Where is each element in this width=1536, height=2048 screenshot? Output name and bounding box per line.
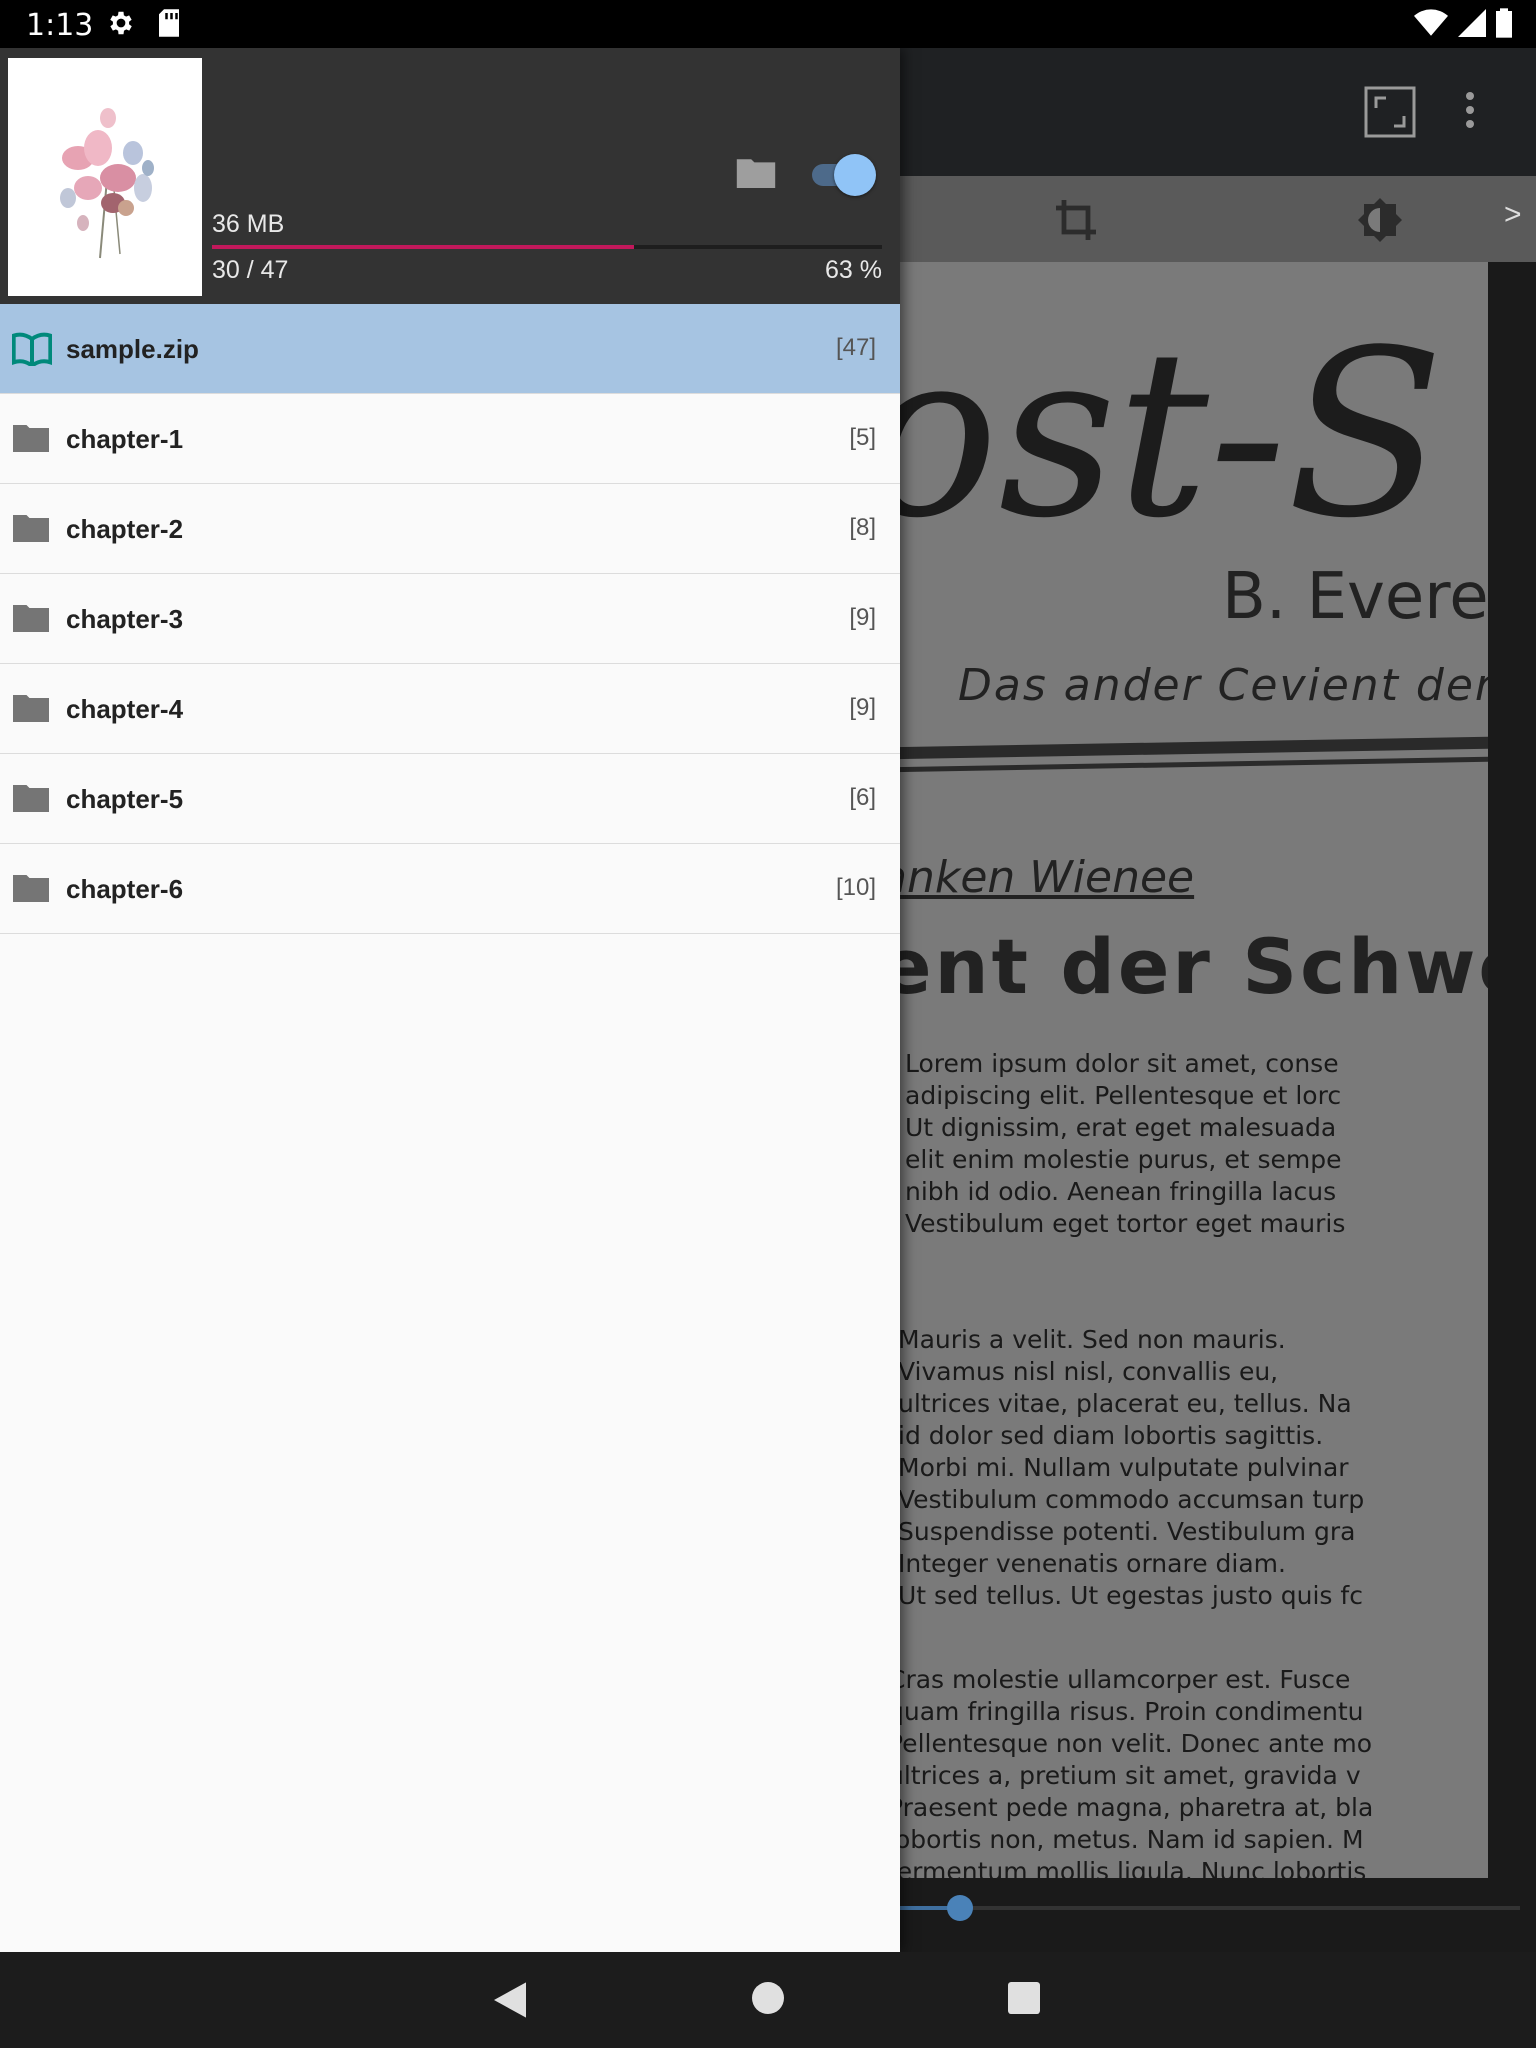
wifi-icon [1414, 8, 1448, 43]
list-item-name: chapter-5 [66, 784, 184, 814]
recents-icon[interactable] [1008, 1982, 1040, 2019]
list-item-name: chapter-6 [66, 874, 184, 904]
reading-progress-bar [212, 245, 882, 249]
list-item-name: chapter-1 [66, 424, 184, 454]
list-item-count: [8] [849, 514, 876, 541]
battery-icon [1496, 8, 1512, 43]
drawer-header: 36 MB 30 / 47 63 % [0, 48, 900, 304]
fullscreen-icon[interactable] [1364, 86, 1416, 143]
chapter-list: sample.zip [47] chapter-1 [5] chapter-2 … [0, 304, 900, 934]
next-page-button[interactable]: > [1504, 198, 1522, 232]
list-item-chapter-4[interactable]: chapter-4 [9] [0, 664, 900, 754]
folder-icon [12, 512, 50, 547]
status-time: 1:13 [26, 8, 94, 43]
toggle-knob [834, 154, 876, 196]
home-icon[interactable] [752, 1982, 784, 2019]
page-paragraph-2: Mauris a velit. Sed non mauris. Vivamus … [898, 1325, 1365, 1610]
list-item-count: [9] [849, 694, 876, 721]
list-item-chapter-1[interactable]: chapter-1 [5] [0, 394, 900, 484]
list-item-chapter-2[interactable]: chapter-2 [8] [0, 484, 900, 574]
list-item-count: [5] [849, 424, 876, 451]
system-nav-bar [0, 1952, 1536, 2048]
page-author-fragment: B. Everet [1222, 560, 1488, 634]
folder-icon [12, 602, 50, 637]
folder-icon [12, 782, 50, 817]
page-slider-track[interactable] [880, 1906, 1520, 1910]
gear-icon [106, 8, 136, 43]
navigation-drawer: 36 MB 30 / 47 63 % sample.zip [47] chapt… [0, 48, 900, 1952]
page-title-fragment: ost-S [860, 302, 1445, 569]
list-item-chapter-6[interactable]: chapter-6 [10] [0, 844, 900, 934]
list-item-count: [10] [835, 874, 876, 901]
list-item-sample-zip[interactable]: sample.zip [47] [0, 304, 900, 394]
open-folder-icon[interactable] [736, 156, 776, 193]
crop-icon[interactable] [1052, 196, 1100, 249]
list-item-name: chapter-4 [66, 694, 184, 724]
more-vert-icon[interactable] [1464, 90, 1476, 135]
page-paragraph-1: Lorem ipsum dolor sit amet, conse adipis… [905, 1049, 1346, 1238]
page-headline-fragment: anken Wienee [880, 852, 1195, 903]
page-subtitle-fragment: Das ander Cevient der [958, 660, 1488, 711]
page-slider-thumb[interactable] [947, 1895, 973, 1921]
list-item-count: [9] [849, 604, 876, 631]
list-item-name: chapter-3 [66, 604, 184, 634]
percent-label: 63 % [825, 256, 882, 284]
book-open-icon [11, 332, 53, 371]
back-icon[interactable] [494, 1982, 526, 2023]
list-item-chapter-5[interactable]: chapter-5 [6] [0, 754, 900, 844]
signal-icon [1458, 9, 1486, 42]
list-item-name: sample.zip [66, 334, 199, 364]
display-toggle-switch[interactable] [808, 154, 876, 196]
list-item-name: chapter-2 [66, 514, 184, 544]
sd-card-icon [156, 8, 182, 43]
brightness-icon[interactable] [1356, 196, 1404, 249]
list-item-count: [47] [835, 334, 876, 361]
page-rule [879, 736, 1488, 760]
page-paragraph-3: Cras molestie ullamcorper est. Fusce qua… [888, 1665, 1374, 1878]
list-item-chapter-3[interactable]: chapter-3 [9] [0, 574, 900, 664]
book-cover-thumbnail[interactable] [8, 58, 202, 296]
page-headline2-fragment: ent der Schweiz [880, 922, 1488, 1011]
page-count-label: 30 / 47 [212, 256, 289, 284]
folder-icon [12, 872, 50, 907]
file-size-label: 36 MB [212, 210, 285, 238]
list-item-count: [6] [849, 784, 876, 811]
page-rule-thin [880, 756, 1488, 773]
folder-icon [12, 692, 50, 727]
folder-icon [12, 422, 50, 457]
status-bar: 1:13 [0, 0, 1536, 48]
reading-progress-fill [212, 245, 635, 249]
